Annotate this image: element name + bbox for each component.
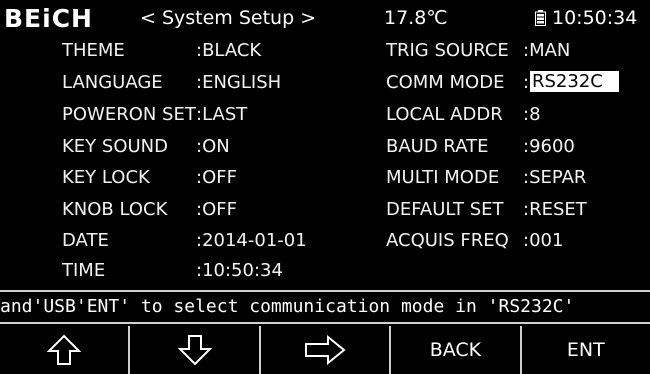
default-set-value[interactable]: :RESET <box>523 199 587 220</box>
right-softkey[interactable] <box>261 326 392 374</box>
key-sound-value[interactable]: :ON <box>196 136 230 157</box>
language-label: LANGUAGE <box>62 72 163 93</box>
acquis-freq-value[interactable]: :001 <box>523 230 563 251</box>
date-label: DATE <box>62 230 109 251</box>
help-bar: and'USB'ENT' to select communication mod… <box>0 290 650 324</box>
back-button[interactable]: BACK <box>391 326 522 374</box>
battery-icon <box>535 10 546 26</box>
page-title: < System Setup > <box>140 7 317 29</box>
multi-mode-value[interactable]: :SEPAR <box>523 167 586 188</box>
date-value[interactable]: :2014-01-01 <box>196 230 307 251</box>
comm-mode-colon: : <box>523 72 530 93</box>
clock-time: 10:50:34 <box>552 7 638 29</box>
system-setup-screen: BEiCH < System Setup > 17.8℃ 10:50:34 TH… <box>0 0 650 374</box>
ent-button[interactable]: ENT <box>522 326 650 374</box>
header-bar: BEiCH < System Setup > 17.8℃ 10:50:34 <box>0 0 650 36</box>
trig-source-value[interactable]: :MAN <box>523 40 570 61</box>
time-label: TIME <box>62 260 106 281</box>
softkey-bar: BACK ENT <box>0 326 650 374</box>
poweron-set-label: POWERON SET <box>62 104 196 125</box>
local-addr-value[interactable]: :8 <box>523 104 541 125</box>
theme-label: THEME <box>62 40 125 61</box>
poweron-set-value[interactable]: :LAST <box>196 104 247 125</box>
arrow-right-icon <box>305 335 346 365</box>
knob-lock-label: KNOB LOCK <box>62 199 168 220</box>
arrow-up-icon <box>47 334 82 365</box>
key-lock-value[interactable]: :OFF <box>196 167 237 188</box>
up-softkey[interactable] <box>0 326 131 374</box>
help-text: and'USB'ENT' to select communication mod… <box>0 296 575 317</box>
temperature-readout: 17.8℃ <box>384 7 448 29</box>
key-sound-label: KEY SOUND <box>62 136 168 157</box>
comm-mode-selected-value[interactable]: RS232C <box>530 71 619 92</box>
acquis-freq-label: ACQUIS FREQ <box>386 230 509 251</box>
arrow-down-icon <box>177 335 212 366</box>
default-set-label: DEFAULT SET <box>386 199 504 220</box>
comm-mode-label: COMM MODE <box>386 72 505 93</box>
brand-logo: BEiCH <box>4 4 93 33</box>
trig-source-label: TRIG SOURCE <box>386 40 509 61</box>
language-value[interactable]: :ENGLISH <box>196 72 281 93</box>
key-lock-label: KEY LOCK <box>62 167 150 188</box>
time-value[interactable]: :10:50:34 <box>196 260 283 281</box>
baud-rate-label: BAUD RATE <box>386 136 489 157</box>
local-addr-label: LOCAL ADDR <box>386 104 503 125</box>
down-softkey[interactable] <box>130 326 261 374</box>
baud-rate-value[interactable]: :9600 <box>523 136 575 157</box>
knob-lock-value[interactable]: :OFF <box>196 199 237 220</box>
multi-mode-label: MULTI MODE <box>386 167 500 188</box>
theme-value[interactable]: :BLACK <box>196 40 261 61</box>
